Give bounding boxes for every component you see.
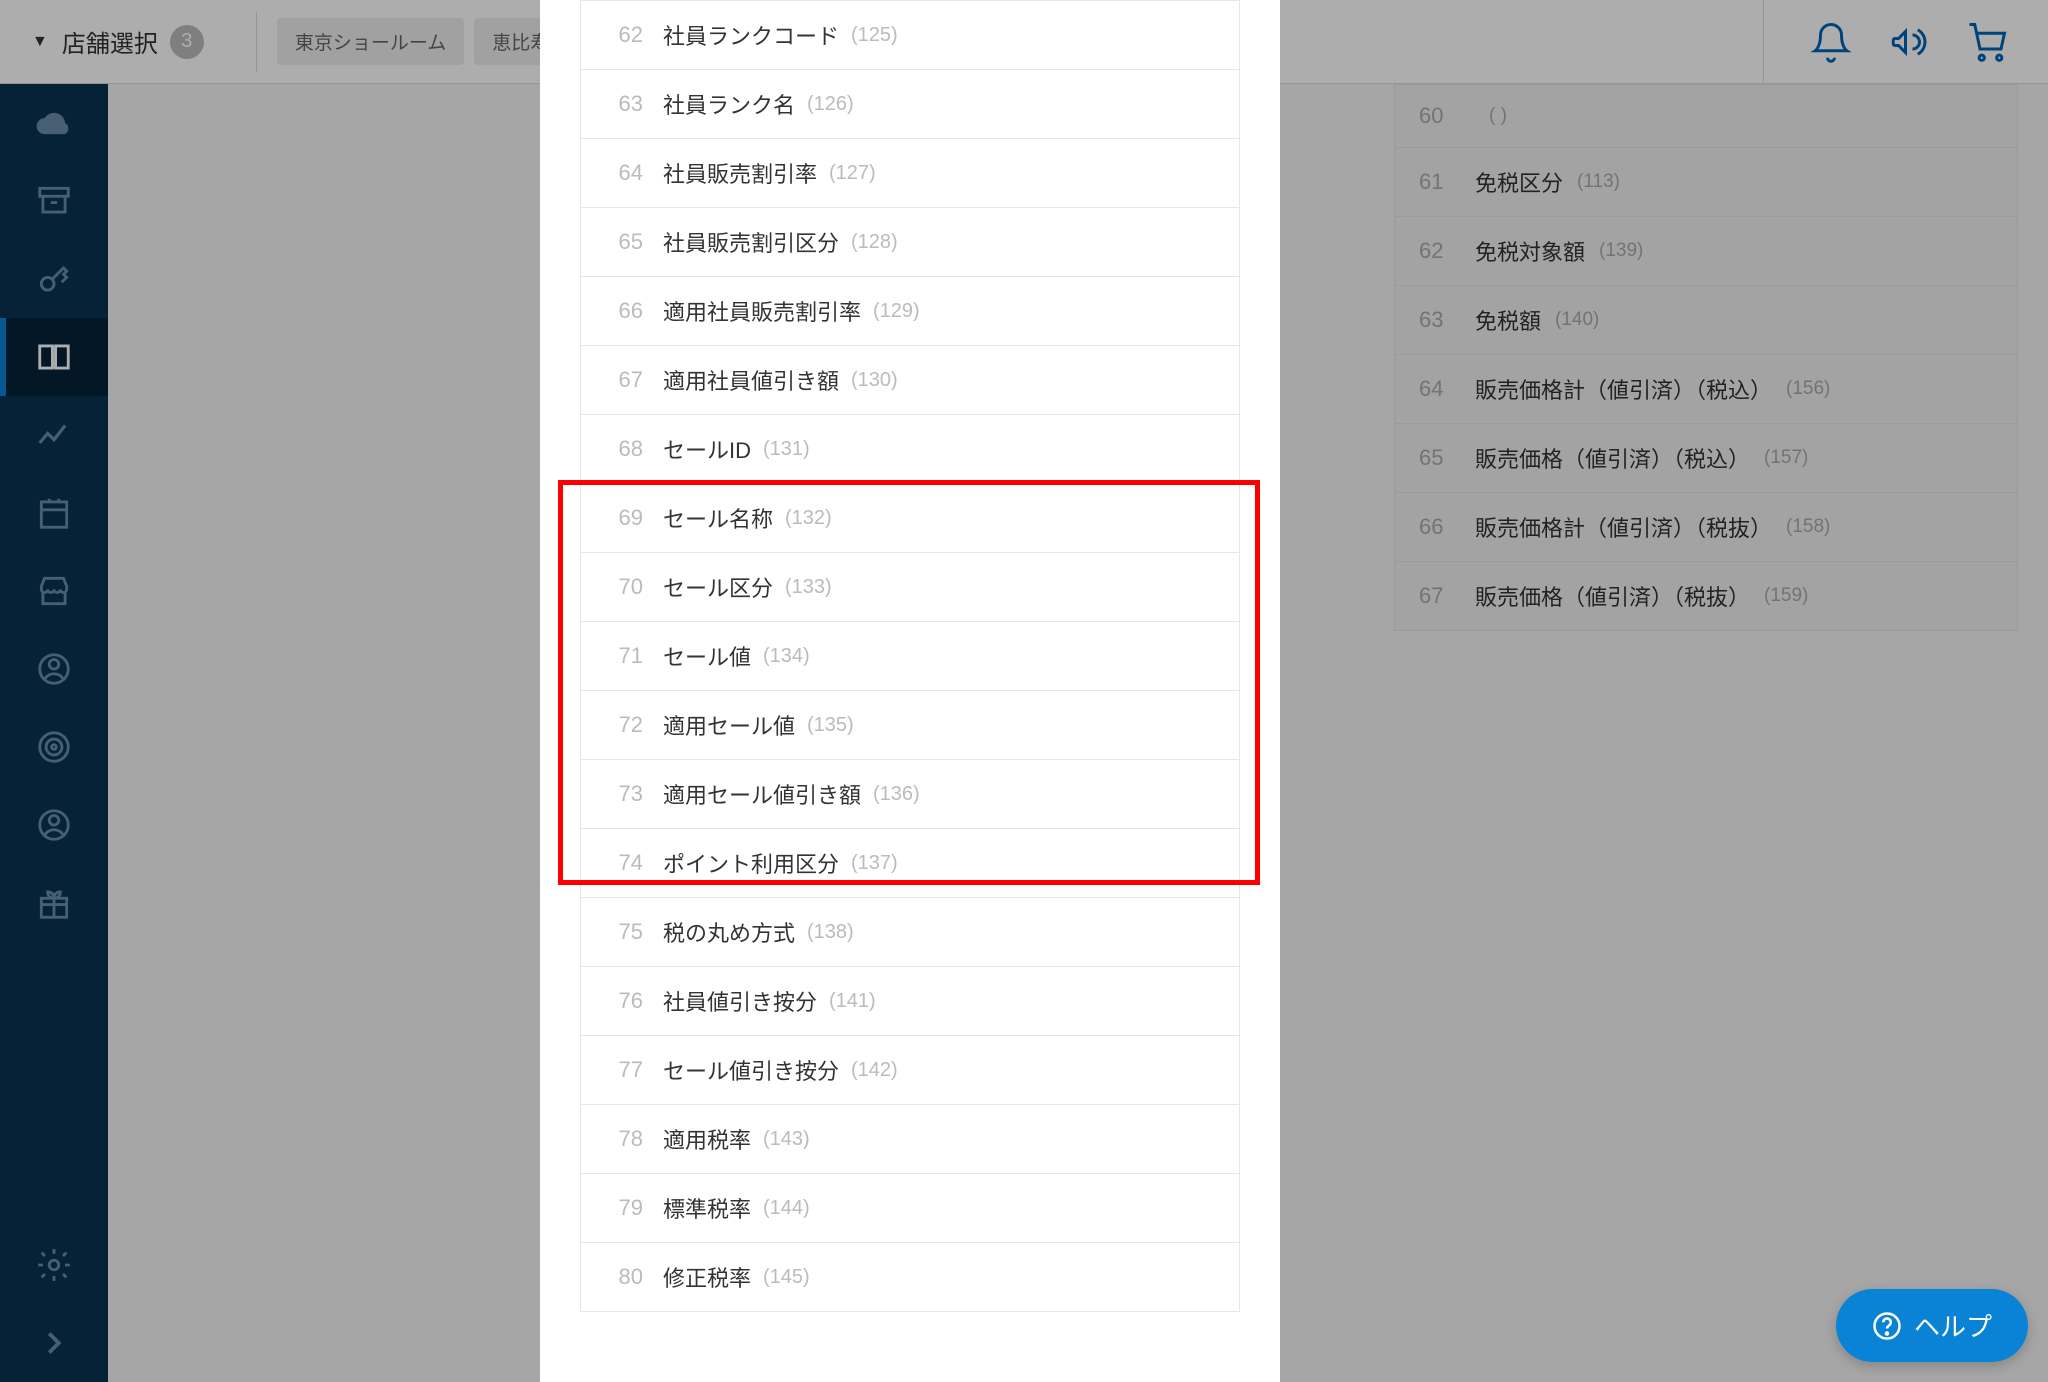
help-button[interactable]: ヘルプ <box>1836 1289 2028 1362</box>
row-label: セール値 <box>663 640 751 672</box>
row-number: 71 <box>603 643 643 669</box>
row-code: (138) <box>807 921 854 944</box>
row-number: 76 <box>603 988 643 1014</box>
field-list-row[interactable]: 68 セールID (131) <box>580 415 1240 484</box>
field-list-row[interactable]: 67 適用社員値引き額 (130) <box>580 346 1240 415</box>
row-number: 67 <box>603 367 643 393</box>
row-label: 適用税率 <box>663 1123 751 1155</box>
field-list-row[interactable]: 65 社員販売割引区分 (128) <box>580 208 1240 277</box>
row-code: (135) <box>807 714 854 737</box>
field-list-row[interactable]: 75 税の丸め方式 (138) <box>580 898 1240 967</box>
field-list-row[interactable]: 74 ポイント利用区分 (137) <box>580 829 1240 898</box>
row-number: 69 <box>603 505 643 531</box>
row-number: 80 <box>603 1264 643 1290</box>
row-number: 65 <box>603 229 643 255</box>
row-label: セール名称 <box>663 502 773 534</box>
field-list-row[interactable]: 76 社員値引き按分 (141) <box>580 967 1240 1036</box>
row-code: (141) <box>829 990 876 1013</box>
field-list-row[interactable]: 80 修正税率 (145) <box>580 1243 1240 1312</box>
row-label: セールID <box>663 433 751 465</box>
field-list-row[interactable]: 64 社員販売割引率 (127) <box>580 139 1240 208</box>
row-label: 税の丸め方式 <box>663 916 795 948</box>
row-label: 標準税率 <box>663 1192 751 1224</box>
row-code: (129) <box>873 300 920 323</box>
row-label: 社員販売割引区分 <box>663 226 839 258</box>
field-list-row[interactable]: 70 セール区分 (133) <box>580 553 1240 622</box>
row-number: 78 <box>603 1126 643 1152</box>
field-list-row[interactable]: 69 セール名称 (132) <box>580 484 1240 553</box>
field-list-row[interactable]: 71 セール値 (134) <box>580 622 1240 691</box>
field-list-row[interactable]: 77 セール値引き按分 (142) <box>580 1036 1240 1105</box>
field-list-row[interactable]: 66 適用社員販売割引率 (129) <box>580 277 1240 346</box>
row-label: 社員ランク名 <box>663 88 795 120</box>
row-number: 75 <box>603 919 643 945</box>
row-label: 適用社員販売割引率 <box>663 295 861 327</box>
row-code: (126) <box>807 93 854 116</box>
row-code: (136) <box>873 783 920 806</box>
row-code: (145) <box>763 1266 810 1289</box>
row-code: (133) <box>785 576 832 599</box>
row-label: セール値引き按分 <box>663 1054 839 1086</box>
row-code: (144) <box>763 1197 810 1220</box>
row-code: (128) <box>851 231 898 254</box>
row-label: 社員販売割引率 <box>663 157 817 189</box>
help-label: ヘルプ <box>1914 1307 1992 1344</box>
row-label: ポイント利用区分 <box>663 847 839 879</box>
field-list-row[interactable]: 72 適用セール値 (135) <box>580 691 1240 760</box>
row-code: (127) <box>829 162 876 185</box>
row-number: 63 <box>603 91 643 117</box>
row-code: (130) <box>851 369 898 392</box>
row-number: 79 <box>603 1195 643 1221</box>
row-number: 72 <box>603 712 643 738</box>
row-number: 68 <box>603 436 643 462</box>
row-label: 社員値引き按分 <box>663 985 817 1017</box>
row-code: (134) <box>763 645 810 668</box>
row-number: 70 <box>603 574 643 600</box>
row-code: (125) <box>851 24 898 47</box>
row-code: (142) <box>851 1059 898 1082</box>
field-list-row[interactable]: 79 標準税率 (144) <box>580 1174 1240 1243</box>
field-list-row[interactable]: 73 適用セール値引き額 (136) <box>580 760 1240 829</box>
row-number: 62 <box>603 22 643 48</box>
row-label: セール区分 <box>663 571 773 603</box>
row-code: (131) <box>763 438 810 461</box>
field-list-row[interactable]: 63 社員ランク名 (126) <box>580 70 1240 139</box>
row-code: (143) <box>763 1128 810 1151</box>
field-picker-modal: 62 社員ランクコード (125) 63 社員ランク名 (126) 64 社員販売割引率 (12… <box>540 0 1280 1382</box>
row-label: 社員ランクコード <box>663 19 839 51</box>
row-number: 77 <box>603 1057 643 1083</box>
row-number: 73 <box>603 781 643 807</box>
field-list-row[interactable]: 62 社員ランクコード (125) <box>580 0 1240 70</box>
row-code: (132) <box>785 507 832 530</box>
row-code: (137) <box>851 852 898 875</box>
field-list-row[interactable]: 78 適用税率 (143) <box>580 1105 1240 1174</box>
row-number: 74 <box>603 850 643 876</box>
row-label: 修正税率 <box>663 1261 751 1293</box>
row-number: 64 <box>603 160 643 186</box>
row-label: 適用セール値 <box>663 709 795 741</box>
row-number: 66 <box>603 298 643 324</box>
row-label: 適用社員値引き額 <box>663 364 839 396</box>
row-label: 適用セール値引き額 <box>663 778 861 810</box>
